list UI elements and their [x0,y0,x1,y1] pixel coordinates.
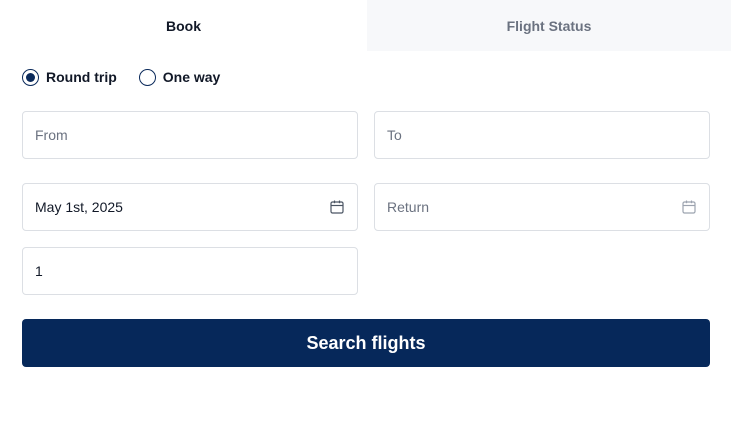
radio-selected-dot [26,72,35,82]
to-placeholder: To [387,127,402,143]
search-flights-button[interactable]: Search flights [22,319,710,367]
tab-book-label: Book [166,17,201,34]
passengers-value: 1 [35,263,43,279]
tab-book[interactable]: Book [0,0,367,51]
round-trip-radio[interactable]: Round trip [22,68,117,86]
tab-flight-status-label: Flight Status [506,17,592,34]
tab-flight-status[interactable]: Flight Status [367,0,731,51]
passengers-input[interactable]: 1 [22,247,358,295]
search-flights-label: Search flights [306,332,426,353]
calendar-icon[interactable] [329,199,345,215]
calendar-icon[interactable] [681,199,697,215]
from-placeholder: From [35,127,68,143]
trip-type-radio-group: Round trip One way [22,67,220,87]
departure-date-input[interactable]: May 1st, 2025 [22,183,358,231]
return-date-input[interactable]: Return [374,183,710,231]
round-trip-radio-circle[interactable] [22,68,39,86]
one-way-label[interactable]: One way [163,69,221,85]
one-way-radio[interactable]: One way [138,68,221,86]
flight-booking-widget: Book Flight Status Round trip One way Fr… [0,0,731,434]
round-trip-label[interactable]: Round trip [46,69,117,85]
from-input[interactable]: From [22,111,358,159]
return-placeholder: Return [387,199,430,215]
one-way-radio-circle[interactable] [138,68,156,86]
departure-date-value: May 1st, 2025 [35,199,123,215]
to-input[interactable]: To [374,111,710,159]
tab-bar: Book Flight Status [0,0,731,51]
